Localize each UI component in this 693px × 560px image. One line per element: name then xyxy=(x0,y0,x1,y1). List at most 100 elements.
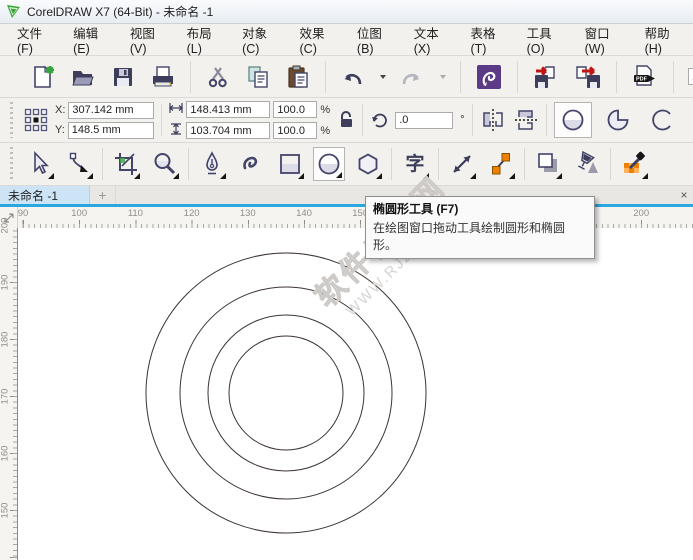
drop-shadow-tool[interactable] xyxy=(532,147,564,181)
h-ruler-label: 130 xyxy=(235,208,261,219)
eyedropper-icon xyxy=(621,151,647,177)
drop-shadow-icon xyxy=(535,151,561,177)
ellipse-mode-button[interactable] xyxy=(554,102,592,138)
scale-horizontal-input[interactable] xyxy=(273,101,317,118)
pie-mode-button[interactable] xyxy=(599,102,637,138)
zoom-level-input[interactable] xyxy=(688,68,693,85)
rectangle-tool[interactable] xyxy=(274,147,306,181)
h-ruler-label: 90 xyxy=(10,208,36,219)
artistic-media-tool[interactable] xyxy=(235,147,267,181)
pick-tool[interactable] xyxy=(24,147,56,181)
rotation-angle-icon xyxy=(370,111,388,129)
arc-mode-button[interactable] xyxy=(644,102,682,138)
ellipse-tool[interactable] xyxy=(313,147,345,181)
toolbar-separator xyxy=(610,148,611,180)
concentric-circle xyxy=(146,253,426,533)
new-tab-button[interactable]: + xyxy=(90,186,116,204)
connector-tool[interactable] xyxy=(485,147,517,181)
percent-sign: % xyxy=(320,125,330,137)
close-document-button[interactable]: × xyxy=(675,186,693,204)
h-ruler-label: 140 xyxy=(291,208,317,219)
publish-pdf-icon[interactable]: PDF xyxy=(631,64,659,90)
shape-icon xyxy=(66,151,92,177)
v-ruler-label: 170 xyxy=(0,382,11,412)
polygon-tool[interactable] xyxy=(352,147,384,181)
standard-toolbar: PDF xyxy=(0,56,693,98)
object-height-input[interactable] xyxy=(186,122,270,139)
v-ruler-label: 190 xyxy=(0,268,11,298)
shape-tool[interactable] xyxy=(63,147,95,181)
toolbar-separator xyxy=(188,148,189,180)
h-ruler-label: 120 xyxy=(179,208,205,219)
crop-tool[interactable] xyxy=(110,147,142,181)
rotation-angle-input[interactable] xyxy=(395,112,453,129)
application-launcher-icon[interactable] xyxy=(475,63,503,91)
tooltip-description: 在绘图窗口拖动工具绘制圆形和椭圆形。 xyxy=(373,219,587,253)
text-tool[interactable]: 字 xyxy=(399,147,431,181)
tab-label: 未命名 -1 xyxy=(8,187,58,204)
cut-icon[interactable] xyxy=(205,64,231,90)
transparency-tool[interactable] xyxy=(571,147,603,181)
drawing-canvas[interactable] xyxy=(0,228,693,560)
toolbox: 字 xyxy=(0,143,693,186)
undo-dropdown-caret[interactable] xyxy=(380,75,386,79)
x-position-label: X: xyxy=(55,104,65,116)
toolbar-separator xyxy=(673,61,674,93)
object-height-icon xyxy=(169,122,183,140)
mirror-vertical-icon[interactable] xyxy=(513,107,539,133)
concentric-circle xyxy=(208,315,364,471)
freehand-pen-tool[interactable] xyxy=(196,147,228,181)
toolbar-separator xyxy=(616,61,617,93)
toolbar-separator xyxy=(438,148,439,180)
plus-icon: + xyxy=(98,187,106,203)
drawing-workspace[interactable]: 软件自学网 WWW.RJZKW.CN 200 190 180 170 160 1… xyxy=(0,228,693,560)
connector-icon xyxy=(488,151,514,177)
y-position-input[interactable] xyxy=(68,122,154,139)
zoom-tool[interactable] xyxy=(149,147,181,181)
copy-icon[interactable] xyxy=(245,64,271,90)
open-icon[interactable] xyxy=(70,64,96,90)
vertical-ruler[interactable]: 200 190 180 170 160 150 xyxy=(0,228,18,560)
h-ruler-label: 110 xyxy=(122,208,148,219)
concentric-circle xyxy=(180,287,392,499)
h-ruler-label: 200 xyxy=(628,208,654,219)
toolbar-separator xyxy=(161,104,162,136)
v-ruler-label: 180 xyxy=(0,325,11,355)
new-document-icon[interactable] xyxy=(30,64,56,90)
x-position-input[interactable] xyxy=(68,102,154,119)
export-icon[interactable] xyxy=(574,64,602,90)
object-width-input[interactable] xyxy=(186,101,270,118)
save-icon[interactable] xyxy=(110,64,136,90)
v-ruler-label: 150 xyxy=(0,496,11,526)
y-position-label: Y: xyxy=(55,124,65,136)
import-icon[interactable] xyxy=(532,64,560,90)
toolbar-separator xyxy=(391,148,392,180)
mirror-horizontal-icon[interactable] xyxy=(480,107,506,133)
redo-dropdown-caret[interactable] xyxy=(440,75,446,79)
lock-ratio-icon[interactable] xyxy=(337,110,355,130)
paste-icon[interactable] xyxy=(285,64,311,90)
tab-untitled-1[interactable]: 未命名 -1 xyxy=(0,186,90,204)
zoom-icon xyxy=(152,151,178,177)
scale-vertical-input[interactable] xyxy=(273,122,317,139)
artistic-media-icon xyxy=(238,151,264,177)
color-eyedropper-tool[interactable] xyxy=(618,147,650,181)
polygon-icon xyxy=(355,151,381,177)
toolbar-separator xyxy=(472,104,473,136)
coreldraw-window: CorelDRAW X7 (64-Bit) - 未命名 -1 文件(F) 编辑(… xyxy=(0,0,693,560)
print-icon[interactable] xyxy=(150,64,176,90)
undo-icon[interactable] xyxy=(340,65,364,89)
v-ruler-label: 200 xyxy=(0,211,11,241)
redo-icon[interactable] xyxy=(400,65,424,89)
toolbar-separator xyxy=(524,148,525,180)
rectangle-icon xyxy=(277,151,303,177)
toolbar-separator xyxy=(362,104,363,136)
ellipse-icon xyxy=(316,151,342,177)
text-tool-glyph: 字 xyxy=(405,155,424,174)
transparency-icon xyxy=(574,151,600,177)
toolbar-separator xyxy=(460,61,461,93)
toolbar-separator xyxy=(546,104,547,136)
dimension-tool[interactable] xyxy=(446,147,478,181)
toolbar-separator xyxy=(102,148,103,180)
h-ruler-label: 100 xyxy=(66,208,92,219)
